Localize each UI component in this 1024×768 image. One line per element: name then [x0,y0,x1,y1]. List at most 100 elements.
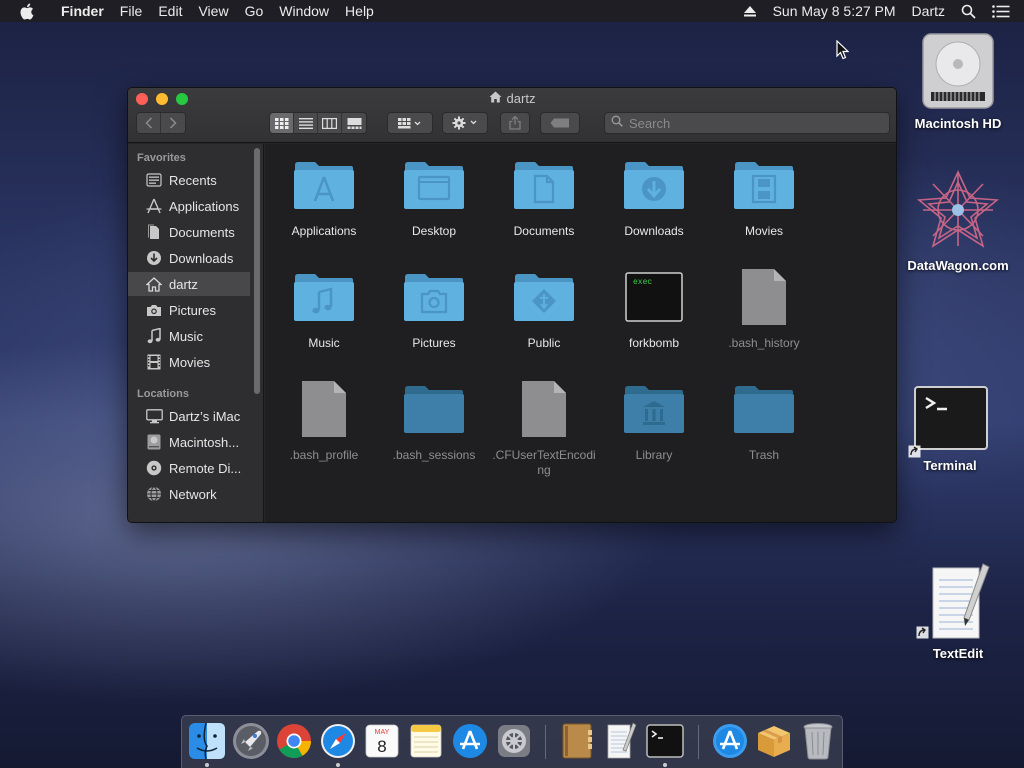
menu-bar: Finder File Edit View Go Window Help Sun… [0,0,1024,22]
file-bash-sessions[interactable]: .bash_sessions [379,378,489,463]
sidebar-item-label: Movies [169,354,211,370]
dock-installer[interactable] [754,721,794,761]
sidebar-item-label: Applications [169,198,240,214]
hard-drive-icon [922,33,994,109]
file-trash[interactable]: Trash [709,378,819,463]
file-library[interactable]: Library [599,378,709,463]
tag-button[interactable] [540,112,580,134]
sidebar-item-macintosh-hd[interactable]: Macintosh... [128,430,250,454]
file-browser: Applications Desktop Documents Downloads… [265,144,896,522]
file-desktop[interactable]: Desktop [379,154,489,239]
dock-notes[interactable] [406,721,446,761]
file-forkbomb[interactable]: exec forkbomb [599,266,709,351]
dock-app-store-downloads[interactable] [710,721,750,761]
sidebar-item-label: Remote Di... [169,460,242,476]
list-view-button[interactable] [294,113,318,133]
chrome-icon [277,724,311,758]
finder-window: dartz Search Favorites Recents Applicati… [127,87,897,523]
file-downloads[interactable]: Downloads [599,154,709,239]
sidebar-item-pictures[interactable]: Pictures [128,298,250,322]
menu-clock[interactable]: Sun May 8 5:27 PM [765,0,904,22]
home-icon [489,91,502,106]
apple-menu-icon[interactable] [19,3,39,19]
menu-window[interactable]: Window [271,0,337,22]
menu-edit[interactable]: Edit [150,0,190,22]
icon-view-button[interactable] [270,113,294,133]
back-button[interactable] [137,113,161,133]
menu-help[interactable]: Help [337,0,382,22]
sidebar-item-remote-disc[interactable]: Remote Di... [128,456,250,480]
sidebar-item-applications[interactable]: Applications [128,194,250,218]
file-public[interactable]: Public [489,266,599,351]
file-name: Trash [748,448,780,462]
file-name: Desktop [411,224,457,238]
dock-contacts[interactable] [557,721,597,761]
search-field[interactable] [604,112,890,134]
file-pictures[interactable]: Pictures [379,266,489,351]
package-icon [758,726,790,757]
file-name: .bash_sessions [392,448,476,462]
dock-textedit[interactable] [601,721,641,761]
title-bar[interactable]: dartz [128,88,896,143]
dock-app-store[interactable] [450,721,490,761]
sidebar-item-label: Documents [169,224,235,240]
sidebar-item-movies[interactable]: Movies [128,350,250,374]
menu-view[interactable]: View [190,0,236,22]
group-by-button[interactable] [387,112,433,134]
file-cfusertextencoding[interactable]: .CFUserTextEncoding [489,378,599,478]
disc-icon [145,459,163,477]
downloads-folder-icon [622,154,686,216]
sidebar-item-downloads[interactable]: Downloads [128,246,250,270]
trash-icon [803,723,833,760]
search-input[interactable] [629,115,859,131]
file-applications[interactable]: Applications [269,154,379,239]
file-name: Applications [291,224,357,238]
dock-launchpad[interactable] [231,721,271,761]
file-movies[interactable]: Movies [709,154,819,239]
contacts-book-icon [562,723,592,759]
forward-button[interactable] [161,113,185,133]
file-music[interactable]: Music [269,266,379,351]
eject-icon[interactable] [735,0,765,22]
column-view-button[interactable] [318,113,342,133]
desktop-textedit-alias[interactable]: TextEdit [903,562,1013,661]
file-bash-history[interactable]: .bash_history [709,266,819,351]
sidebar-item-documents[interactable]: Documents [128,220,250,244]
library-folder-icon [622,378,686,440]
sidebar-item-recents[interactable]: Recents [128,168,250,192]
menu-user[interactable]: Dartz [904,0,953,22]
menu-app-name[interactable]: Finder [53,0,112,22]
file-name: Pictures [412,336,456,350]
desktop-datawagon[interactable]: DataWagon.com [903,168,1013,273]
sidebar-item-music[interactable]: Music [128,324,250,348]
document-icon [292,378,356,440]
share-button[interactable] [500,112,530,134]
textedit-icon [607,722,637,759]
dock: MAY 8 [181,715,843,768]
unix-executable-icon: exec [622,266,686,328]
documents-icon [145,223,163,241]
menu-go[interactable]: Go [237,0,272,22]
dock-trash[interactable] [798,721,838,761]
gallery-view-button[interactable] [342,113,366,133]
sidebar-item-dartz[interactable]: dartz [128,272,250,296]
spotlight-search-icon[interactable] [953,0,984,22]
file-bash-profile[interactable]: .bash_profile [269,378,379,463]
home-icon [145,275,163,293]
dock-system-preferences[interactable] [494,721,534,761]
calendar-day: 8 [377,737,386,756]
dock-finder[interactable] [187,721,227,761]
menu-file[interactable]: File [112,0,151,22]
dock-calendar[interactable]: MAY 8 [362,721,402,761]
sidebar-scrollbar[interactable] [254,148,260,394]
sidebar-item-network[interactable]: Network [128,482,250,506]
dock-chrome[interactable] [274,721,314,761]
dock-safari[interactable] [318,721,358,761]
action-menu-button[interactable] [442,112,488,134]
sidebar-item-imac[interactable]: Dartz’s iMac [128,404,250,428]
desktop-macintosh-hd[interactable]: Macintosh HD [903,32,1013,131]
notification-center-icon[interactable] [984,0,1024,22]
file-documents[interactable]: Documents [489,154,599,239]
dock-terminal[interactable] [645,721,685,761]
sidebar-item-label: Recents [169,172,217,188]
